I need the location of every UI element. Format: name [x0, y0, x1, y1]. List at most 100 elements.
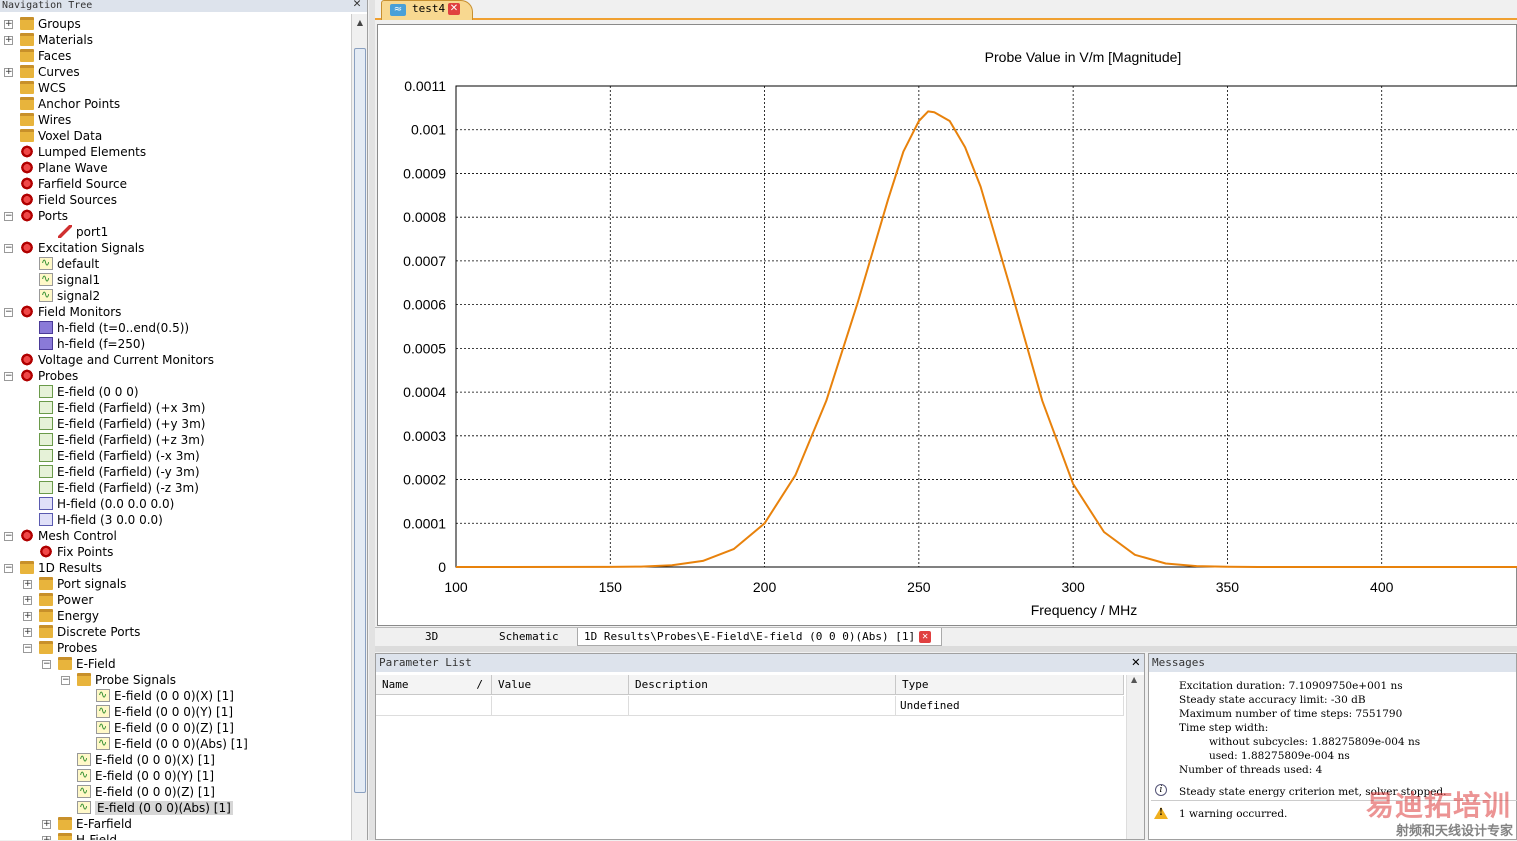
tree-item[interactable]: Fix Points	[39, 544, 113, 560]
tree-item[interactable]: E-field (Farfield) (-y 3m)	[39, 464, 200, 480]
signal-icon	[96, 687, 110, 703]
tree-item[interactable]: E-field (Farfield) (+y 3m)	[39, 416, 205, 432]
collapse-icon[interactable]: −	[42, 660, 51, 669]
table-cell-value[interactable]	[492, 696, 629, 716]
tree-item[interactable]: h-field (f=250)	[39, 336, 145, 352]
tree-item[interactable]: port1	[58, 224, 108, 240]
expand-icon[interactable]: +	[4, 36, 13, 45]
expand-icon[interactable]: +	[42, 820, 51, 829]
tree-item[interactable]: E-field (Farfield) (+z 3m)	[39, 432, 205, 448]
tab-test4[interactable]: ≈ test4 ✕	[381, 0, 473, 20]
table-cell-name[interactable]	[376, 696, 492, 716]
tree-item[interactable]: − 1D Results	[4, 560, 102, 576]
tree-item[interactable]: − Probes	[4, 368, 78, 384]
tree-item-label: Port signals	[57, 577, 127, 591]
tree-item[interactable]: − Probe Signals	[61, 672, 176, 688]
tree-item[interactable]: E-field (0 0 0)(X) [1]	[96, 687, 234, 704]
column-header-value[interactable]: Value	[492, 675, 629, 695]
expand-icon[interactable]: +	[4, 68, 13, 77]
tree-item[interactable]: + Power	[23, 592, 93, 608]
tree-item[interactable]: + Energy	[23, 608, 99, 624]
column-header-description[interactable]: Description	[629, 675, 896, 695]
tree-item[interactable]: Lumped Elements	[20, 144, 146, 160]
tree-item[interactable]: + Discrete Ports	[23, 624, 140, 640]
tree-item[interactable]: E-field (0 0 0)(Y) [1]	[96, 703, 233, 720]
close-tab-icon[interactable]: ✕	[448, 3, 460, 15]
collapse-icon[interactable]: −	[4, 244, 13, 253]
expand-icon[interactable]: +	[23, 580, 32, 589]
tree-item[interactable]: + Materials	[4, 32, 93, 48]
tree-item[interactable]: − Field Monitors	[4, 304, 121, 320]
collapse-icon[interactable]: −	[23, 644, 32, 653]
tree-item-label: Wires	[38, 113, 72, 127]
expand-icon[interactable]: +	[4, 20, 13, 29]
tree-item[interactable]: Voxel Data	[20, 128, 102, 144]
column-header-type[interactable]: Type	[896, 675, 1124, 695]
tree-item[interactable]: E-field (Farfield) (+x 3m)	[39, 400, 205, 416]
tree-item[interactable]: + H-Field	[42, 832, 117, 840]
collapse-icon[interactable]: −	[4, 212, 13, 221]
tree-item[interactable]: − Probes	[23, 640, 97, 656]
tree-item[interactable]: + Port signals	[23, 576, 127, 592]
tree-item[interactable]: + Groups	[4, 16, 81, 32]
tree-item[interactable]: signal1	[39, 271, 100, 288]
tree-item[interactable]: E-field (0 0 0)(Z) [1]	[96, 719, 234, 736]
tree-item-label: port1	[76, 225, 109, 239]
tree-item[interactable]: default	[39, 255, 99, 272]
tree-item[interactable]: Wires	[20, 112, 71, 128]
tree-item[interactable]: E-field (0 0 0)(Abs) [1]	[77, 799, 233, 816]
tree-item[interactable]: E-field (0 0 0)(Abs) [1]	[96, 735, 248, 752]
collapse-icon[interactable]: −	[61, 676, 70, 685]
vertical-scrollbar[interactable]: ▲	[351, 14, 367, 840]
tab-3d[interactable]: 3D	[419, 628, 444, 645]
tree-item[interactable]: E-field (0 0 0)	[39, 384, 139, 400]
tab-1d-result[interactable]: 1D Results\Probes\E-Field\E-field (0 0 0…	[577, 628, 943, 646]
tree-item[interactable]: Plane Wave	[20, 160, 108, 176]
tree-item[interactable]: Farfield Source	[20, 176, 127, 192]
scrollbar-thumb[interactable]	[354, 48, 366, 793]
tree-item[interactable]: − Excitation Signals	[4, 240, 144, 256]
table-cell-type[interactable]: Undefined	[896, 696, 1124, 716]
scroll-up-arrow-icon[interactable]: ▲	[1131, 675, 1137, 684]
tree-item[interactable]: E-field (Farfield) (-z 3m)	[39, 480, 199, 496]
expand-icon[interactable]: +	[23, 628, 32, 637]
close-icon[interactable]: ✕	[1132, 653, 1140, 671]
table-cell-description[interactable]	[629, 696, 896, 716]
tree-item[interactable]: − Mesh Control	[4, 528, 117, 544]
collapse-icon[interactable]: −	[4, 308, 13, 317]
tree-item[interactable]: Faces	[20, 48, 71, 64]
vertical-scrollbar[interactable]: ▲	[1126, 675, 1144, 839]
tree-item[interactable]: E-field (0 0 0)(Z) [1]	[77, 783, 215, 800]
column-header-name[interactable]: Name /	[376, 675, 492, 695]
tree-item[interactable]: h-field (t=0..end(0.5))	[39, 320, 189, 336]
tree-item[interactable]: E-field (0 0 0)(Y) [1]	[77, 767, 214, 784]
tab-schematic[interactable]: Schematic	[493, 628, 565, 645]
expand-icon[interactable]: +	[23, 612, 32, 621]
expand-icon[interactable]: +	[23, 596, 32, 605]
close-tab-icon[interactable]: ✕	[919, 631, 932, 643]
collapse-icon[interactable]: −	[4, 372, 13, 381]
tree-item[interactable]: signal2	[39, 287, 100, 304]
tree-view[interactable]: + Groups + Materials Faces + Curves WCS Anchor P…	[0, 14, 350, 840]
tree-item[interactable]: Anchor Points	[20, 96, 120, 112]
tree-item[interactable]: + E-Farfield	[42, 816, 132, 832]
tree-item[interactable]: H-field (3 0.0 0.0)	[39, 512, 163, 528]
tree-item[interactable]: H-field (0.0 0.0 0.0)	[39, 496, 174, 512]
tree-item[interactable]: + Curves	[4, 64, 80, 80]
expand-icon[interactable]: +	[42, 836, 51, 840]
close-icon[interactable]: ✕	[353, 0, 361, 10]
tree-item[interactable]: Voltage and Current Monitors	[20, 352, 214, 368]
scroll-up-arrow-icon[interactable]: ▲	[354, 16, 366, 30]
collapse-icon[interactable]: −	[4, 532, 13, 541]
y-tick-label: 0	[438, 559, 446, 575]
tree-item[interactable]: E-field (Farfield) (-x 3m)	[39, 448, 200, 464]
tree-item[interactable]: E-field (0 0 0)(X) [1]	[77, 751, 215, 768]
tree-item[interactable]: − Ports	[4, 208, 68, 224]
collapse-icon[interactable]: −	[4, 564, 13, 573]
tree-item[interactable]: − E-Field	[42, 656, 116, 672]
tree-item[interactable]: Field Sources	[20, 192, 117, 208]
horizontal-splitter[interactable]	[375, 646, 1517, 652]
message-line: without subcycles: 1.88275809e-004 ns	[1209, 736, 1421, 748]
tree-item[interactable]: WCS	[20, 80, 66, 96]
warning-message[interactable]: 1 warning occurred.	[1179, 808, 1287, 820]
